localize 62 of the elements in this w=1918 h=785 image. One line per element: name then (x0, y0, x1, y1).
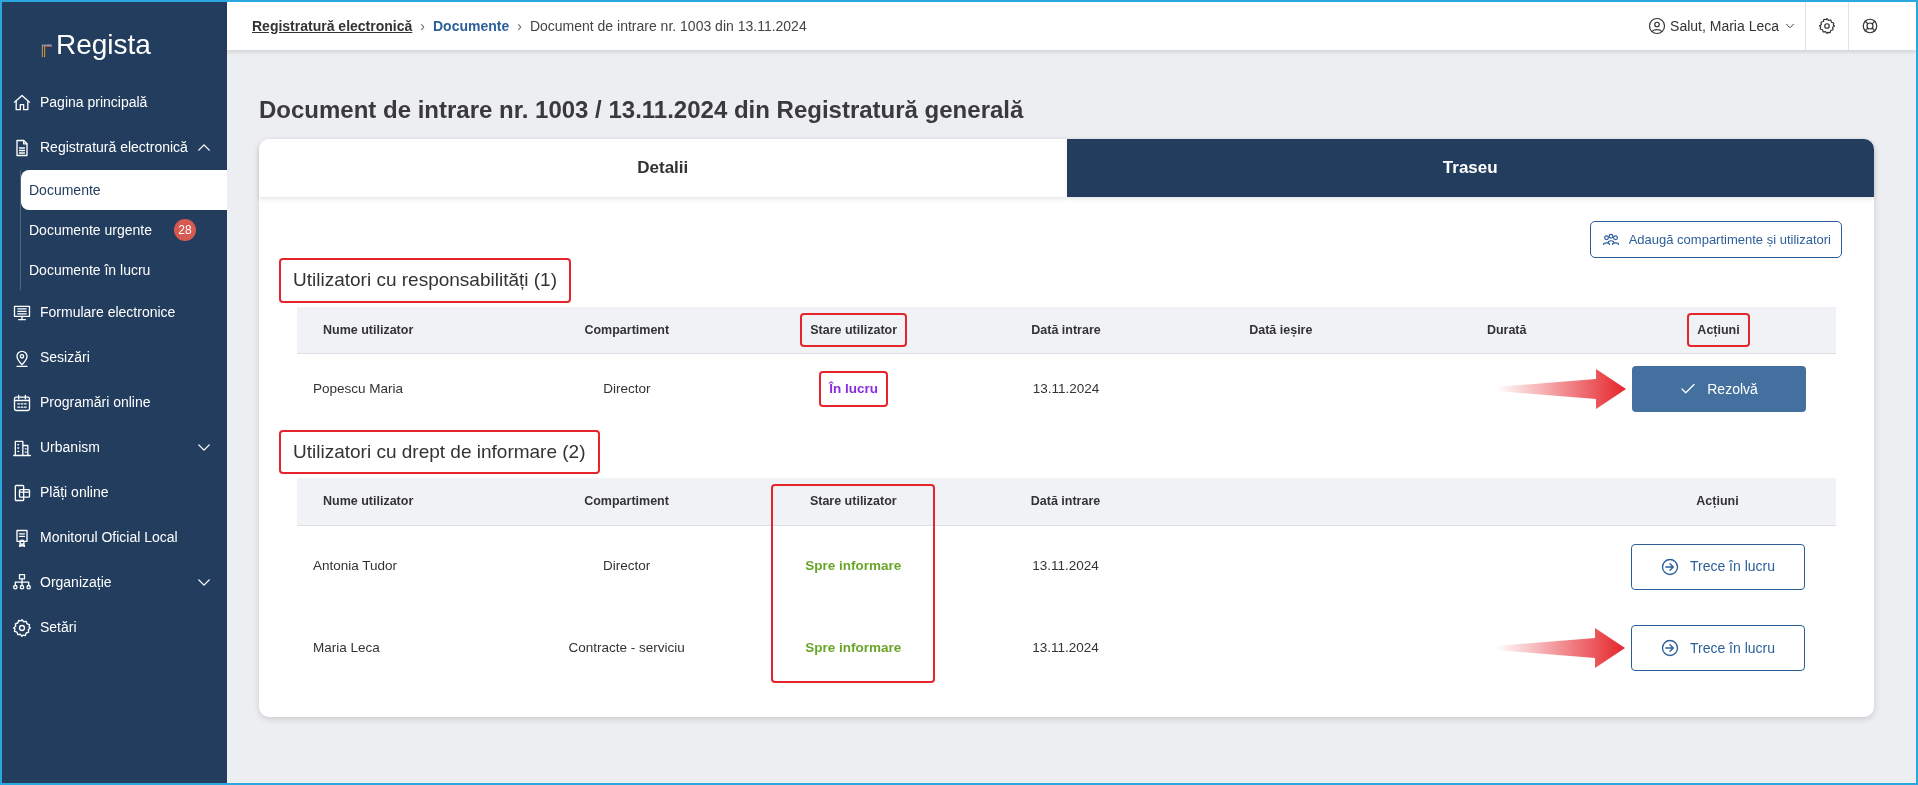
status-label: Spre informare (804, 557, 903, 576)
column-header: Nume utilizator (322, 321, 415, 339)
user-icon (1648, 17, 1667, 35)
help-icon (1861, 17, 1879, 35)
column-header: Acțiuni (1687, 312, 1750, 348)
sidebar-subitem[interactable]: Documente în lucru (21, 250, 227, 290)
calendar-icon (12, 392, 32, 413)
home-icon (12, 92, 32, 113)
settings-icon (1818, 17, 1836, 35)
column-header: Stare utilizator (808, 493, 898, 511)
sidebar-item[interactable]: Plăți online (2, 470, 227, 515)
section-heading: Utilizatori cu drept de informare (2) (279, 429, 600, 475)
status-label: În lucru (819, 370, 889, 408)
column-header: Compartiment (583, 493, 670, 511)
section-heading: Utilizatori cu responsabilități (1) (279, 258, 571, 303)
count-badge: 28 (173, 219, 196, 241)
tab[interactable]: Detalii (259, 138, 1067, 197)
user-name: Popescu Maria (313, 380, 404, 396)
sidebar-item[interactable]: Monitorul Oficial Local (2, 515, 227, 560)
date-text: 13.11.2024 (1032, 558, 1099, 574)
column-header: Dată intrare (1029, 493, 1102, 511)
sidebar-item[interactable]: Pagina principală (2, 80, 227, 125)
column-header: Stare utilizator (800, 312, 908, 348)
sidebar-item[interactable]: Registratură electronică (2, 125, 227, 170)
sidebar-item[interactable]: Setări (2, 605, 227, 650)
column-header: Nume utilizator (322, 493, 415, 511)
department-name: Director (602, 558, 651, 574)
breadcrumb-separator: › (420, 16, 425, 36)
column-header: Dată ieșire (1248, 321, 1314, 339)
devices-icon (12, 482, 32, 503)
column-header: Durată (1485, 321, 1528, 339)
sidebar-subitem[interactable]: Documente urgente 28 (21, 210, 227, 250)
breadcrumb[interactable]: Registratură electronică (252, 15, 413, 37)
sidebar-item[interactable]: Programări online (2, 380, 227, 425)
user-name: Antonia Tudor (313, 558, 398, 574)
status-label: Spre informare (804, 639, 903, 658)
department-name: Director (603, 380, 651, 396)
sidebar-item[interactable]: Formulare electronice (2, 290, 227, 335)
date-text: 13.11.2024 (1032, 380, 1100, 396)
column-header: Compartiment (583, 321, 671, 339)
user-name: Maria Leca (313, 640, 380, 656)
sidebar-item[interactable]: Sesizări (2, 335, 227, 380)
settings-icon (12, 617, 32, 638)
logo-text: Regista (56, 28, 151, 62)
breadcrumb-separator: › (517, 16, 522, 36)
breadcrumb[interactable]: Documente (432, 15, 510, 37)
date-text: 13.11.2024 (1032, 640, 1099, 656)
action-button[interactable]: Rezolvă (1631, 366, 1806, 413)
tab[interactable]: Traseu (1066, 138, 1874, 197)
sidebar-item[interactable]: Organizație (2, 560, 227, 605)
subitem-label: Documente urgente (29, 220, 152, 240)
department-name: Contracte - serviciu (568, 640, 685, 656)
sidebar-subitem[interactable]: Documente (21, 170, 227, 210)
action-button[interactable]: Trece în lucru (1630, 543, 1805, 590)
column-header: Acțiuni (1695, 493, 1740, 511)
add-button[interactable]: Adaugă compartimente și utilizatori (1589, 220, 1842, 259)
page-title: Document de intrare nr. 1003 / 13.11.2024 din Registratură generală (259, 96, 1025, 125)
sidebar-item[interactable]: Urbanism (2, 425, 227, 470)
breadcrumb: Document de intrare nr. 1003 din 13.11.2024 (529, 16, 807, 36)
column-header: Dată intrare (1030, 321, 1102, 339)
user-greeting[interactable]: Salut, Maria Leca (1670, 15, 1779, 37)
action-button[interactable]: Trece în lucru (1630, 625, 1805, 672)
